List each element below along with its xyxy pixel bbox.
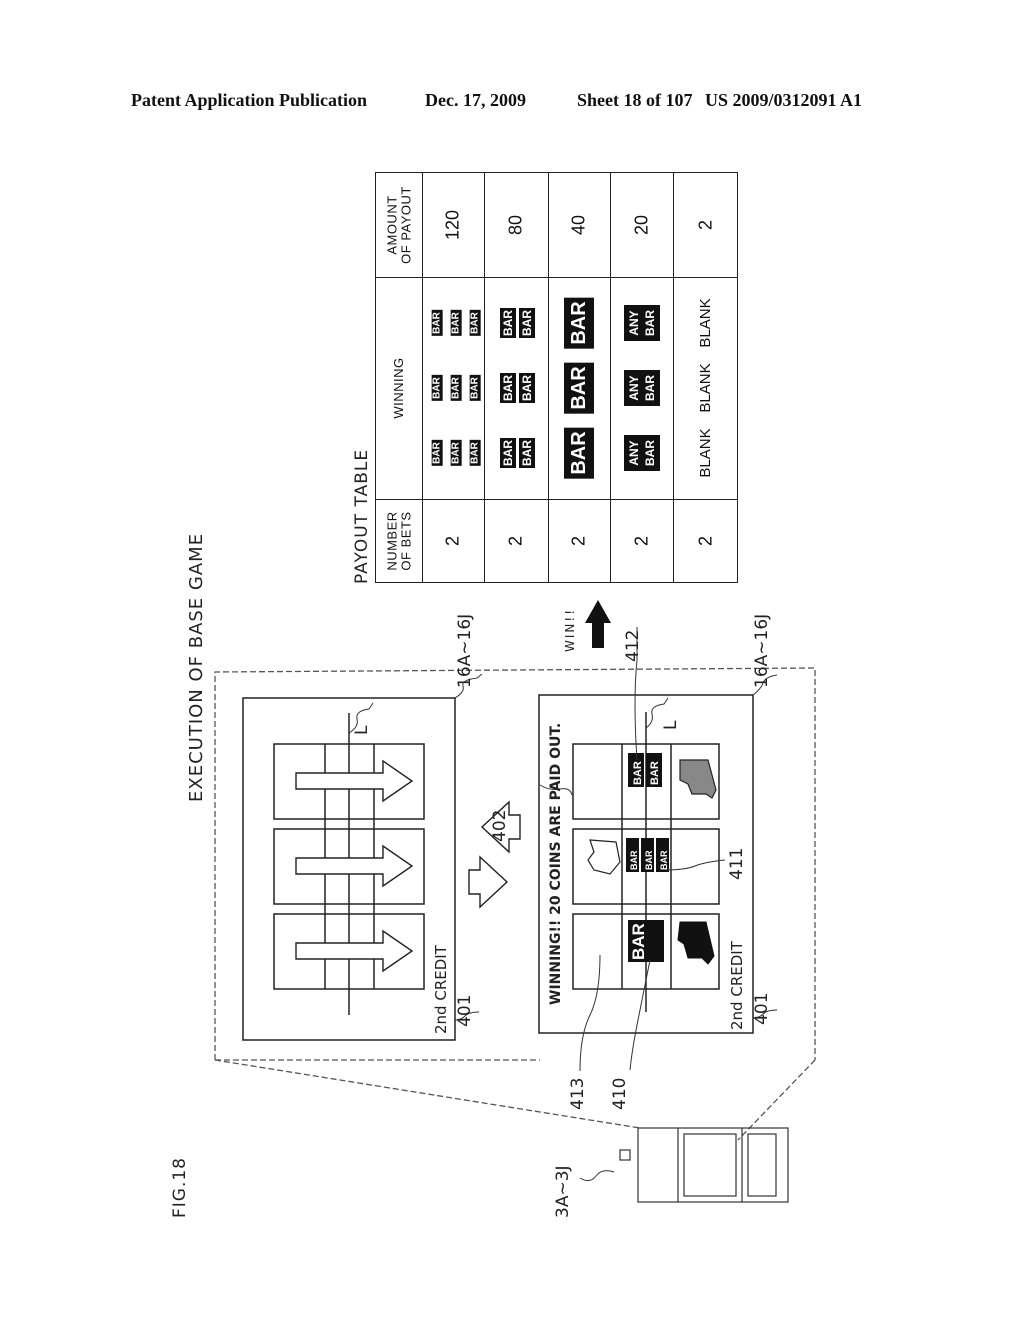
payout-cell: 80 — [505, 214, 526, 236]
credit-text-top: 2nd CREDIT — [432, 945, 450, 1034]
bets-cell: 2 — [631, 535, 652, 547]
symbol-blank: BLANK — [697, 363, 715, 413]
spin-arrow-icons — [295, 759, 414, 973]
display-ref-top: 16A~16J — [455, 613, 475, 688]
credit-ref-top: 401 — [455, 994, 475, 1027]
symbol-blank: BLANK — [697, 298, 715, 348]
message-ref: 402 — [490, 809, 510, 842]
leader-411 — [664, 859, 726, 871]
spin-arrow-icon-3 — [295, 929, 414, 973]
triple-bar-text: BAR BAR BAR — [629, 850, 669, 871]
leader-410 — [629, 959, 651, 1071]
seven-outline-icon — [587, 839, 621, 875]
bets-cell: 2 — [568, 535, 589, 547]
payline-label-bottom: L — [661, 720, 681, 730]
symbol-single-bar: BAR — [564, 362, 594, 414]
symbol-blank: BLANK — [697, 428, 715, 478]
ref-411: 411 — [727, 847, 747, 880]
payout-table-title: PAYOUT TABLE — [352, 448, 372, 584]
payline-label-top: L — [352, 725, 372, 735]
symbol-any-bar: ANY BAR — [624, 370, 660, 406]
symbol-any-bar: ANY BAR — [624, 305, 660, 341]
symbol-double-bar: BAR BAR — [500, 308, 535, 338]
double-bar-text: BAR BAR — [632, 761, 661, 785]
credit-ref-bottom: 401 — [752, 992, 772, 1025]
payout-cell: 120 — [442, 209, 463, 241]
symbol-triple-bar: BAR BAR BAR — [431, 310, 481, 336]
gaming-machine-icon — [619, 1127, 789, 1203]
credit-text-bottom: 2nd CREDIT — [728, 941, 746, 1030]
spin-arrow-icon-2 — [295, 844, 414, 888]
winning-message: WINNING!! 20 COINS ARE PAID OUT. — [548, 722, 564, 1005]
symbol-triple-bar: BAR BAR BAR — [431, 440, 481, 466]
payout-cell: 20 — [631, 214, 652, 236]
symbol-double-bar: BAR BAR — [500, 438, 535, 468]
leader-machine — [579, 1170, 615, 1182]
single-bar-text: BAR — [629, 923, 648, 960]
ref-413: 413 — [568, 1077, 588, 1110]
symbol-single-bar: BAR — [564, 427, 594, 479]
header-bets: NUMBER OF BETS — [384, 511, 413, 571]
win-label: WIN!! — [563, 607, 577, 652]
symbol-any-bar: ANY BAR — [624, 435, 660, 471]
win-arrow-icon — [585, 600, 611, 648]
bets-cell: 2 — [442, 535, 463, 547]
bets-cell: 2 — [505, 535, 526, 547]
symbol-single-bar: BAR — [564, 297, 594, 349]
header-payout: AMOUNT OF PAYOUT — [384, 186, 413, 264]
ref-412: 412 — [623, 629, 643, 662]
symbol-double-bar: BAR BAR — [500, 373, 535, 403]
seven-hatched-icon — [679, 759, 717, 799]
header-winning: WINNING — [391, 357, 407, 419]
payout-cell: 40 — [568, 214, 589, 236]
symbol-triple-bar: BAR BAR BAR — [431, 375, 481, 401]
ref-410: 410 — [610, 1077, 630, 1110]
leader-413 — [579, 954, 601, 1072]
payout-cell: 2 — [695, 219, 716, 231]
machine-ref: 3A~3J — [553, 1165, 573, 1218]
seven-black-icon — [677, 921, 715, 965]
display-ref-bottom: 16A~16J — [752, 613, 772, 688]
payout-table: AMOUNT OF PAYOUT WINNING NUMBER OF BETS 12… — [375, 172, 738, 583]
bets-cell: 2 — [695, 535, 716, 547]
